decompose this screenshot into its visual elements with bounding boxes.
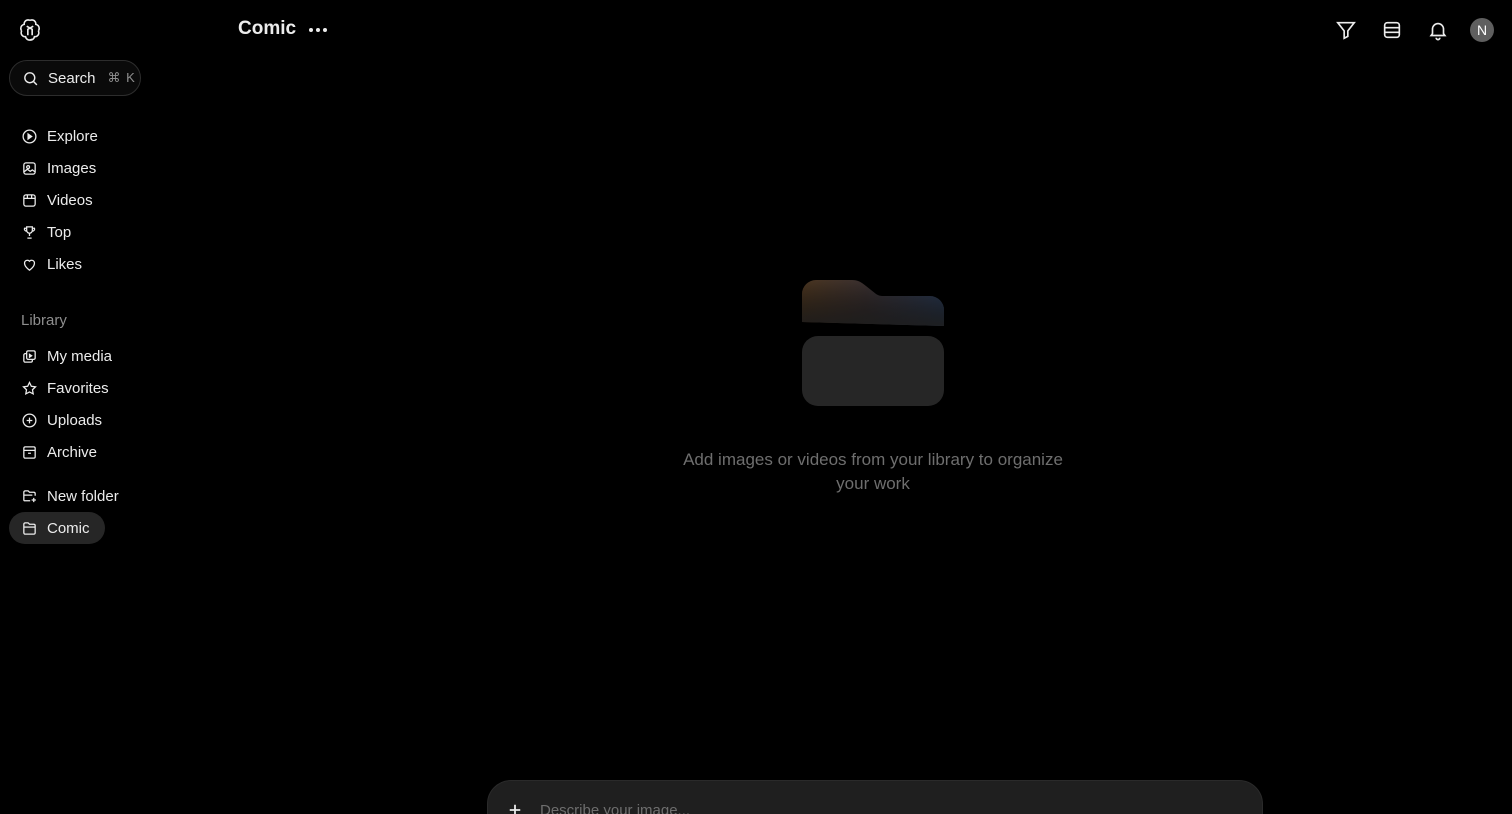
- sidebar-item-videos[interactable]: Videos: [9, 184, 149, 216]
- sidebar-item-new-folder[interactable]: New folder: [9, 480, 149, 512]
- sidebar-item-label: Videos: [47, 191, 93, 209]
- folder-icon: [23, 521, 36, 535]
- search-shortcut: ⌘ K: [107, 70, 136, 85]
- sidebar-item-label: Images: [47, 159, 97, 177]
- sidebar-item-label: Explore: [47, 127, 98, 145]
- prompt-input[interactable]: [540, 802, 1140, 814]
- sidebar-item-label: Archive: [47, 443, 98, 461]
- sidebar-item-likes[interactable]: Likes: [9, 248, 149, 280]
- sidebar-item-top[interactable]: Top: [9, 216, 149, 248]
- empty-state-message: Add images or videos from your library t…: [683, 450, 1063, 493]
- sidebar-item-favorites[interactable]: Favorites: [9, 372, 149, 404]
- more-options-button[interactable]: [305, 18, 331, 42]
- media-icon: [23, 349, 36, 363]
- search-label: Search: [48, 69, 96, 87]
- bell-icon: [1429, 22, 1447, 41]
- sidebar-item-explore[interactable]: Explore: [9, 120, 149, 152]
- filter-icon: [1336, 21, 1356, 40]
- new-folder-icon: [23, 489, 36, 502]
- sidebar: Search ⌘ K Explore Images Videos Top Lik…: [0, 0, 160, 814]
- sidebar-item-label: Likes: [47, 255, 83, 273]
- sidebar-item-label: Top: [47, 223, 72, 241]
- sidebar-item-label: Comic: [47, 519, 90, 537]
- plus-icon[interactable]: [506, 801, 524, 814]
- sidebar-item-label: Favorites: [47, 379, 109, 397]
- empty-folder-illustration: [802, 278, 944, 408]
- trophy-icon: [23, 225, 36, 239]
- sidebar-item-comic[interactable]: Comic: [9, 512, 105, 544]
- layout-button[interactable]: [1378, 16, 1406, 44]
- image-icon: [23, 161, 36, 175]
- page-title: Comic: [238, 18, 297, 39]
- ellipsis-icon: [309, 28, 327, 32]
- prompt-bar: [487, 780, 1263, 814]
- upload-icon: [22, 412, 37, 428]
- heart-icon: [23, 259, 36, 271]
- sidebar-item-label: Uploads: [47, 411, 103, 429]
- top-actions: N: [1314, 16, 1494, 44]
- filter-button[interactable]: [1332, 16, 1360, 44]
- layout-list-icon: [1383, 21, 1401, 39]
- search-icon: [24, 71, 38, 85]
- avatar[interactable]: N: [1470, 18, 1494, 42]
- openai-logo-icon[interactable]: [17, 17, 43, 43]
- notifications-button[interactable]: [1424, 16, 1452, 44]
- search-button[interactable]: Search ⌘ K: [9, 60, 141, 96]
- library-heading: Library: [21, 312, 67, 329]
- star-icon: [22, 380, 37, 395]
- sidebar-item-my-media[interactable]: My media: [9, 340, 149, 372]
- sidebar-item-uploads[interactable]: Uploads: [9, 404, 149, 436]
- sidebar-item-archive[interactable]: Archive: [9, 436, 149, 468]
- sidebar-item-label: My media: [47, 347, 113, 365]
- play-circle-icon: [22, 128, 37, 144]
- archive-icon: [23, 445, 36, 459]
- sidebar-item-images[interactable]: Images: [9, 152, 149, 184]
- video-icon: [23, 193, 36, 207]
- sidebar-item-label: New folder: [47, 487, 119, 505]
- app-root: Search ⌘ K Explore Images Videos Top Lik…: [0, 0, 1512, 814]
